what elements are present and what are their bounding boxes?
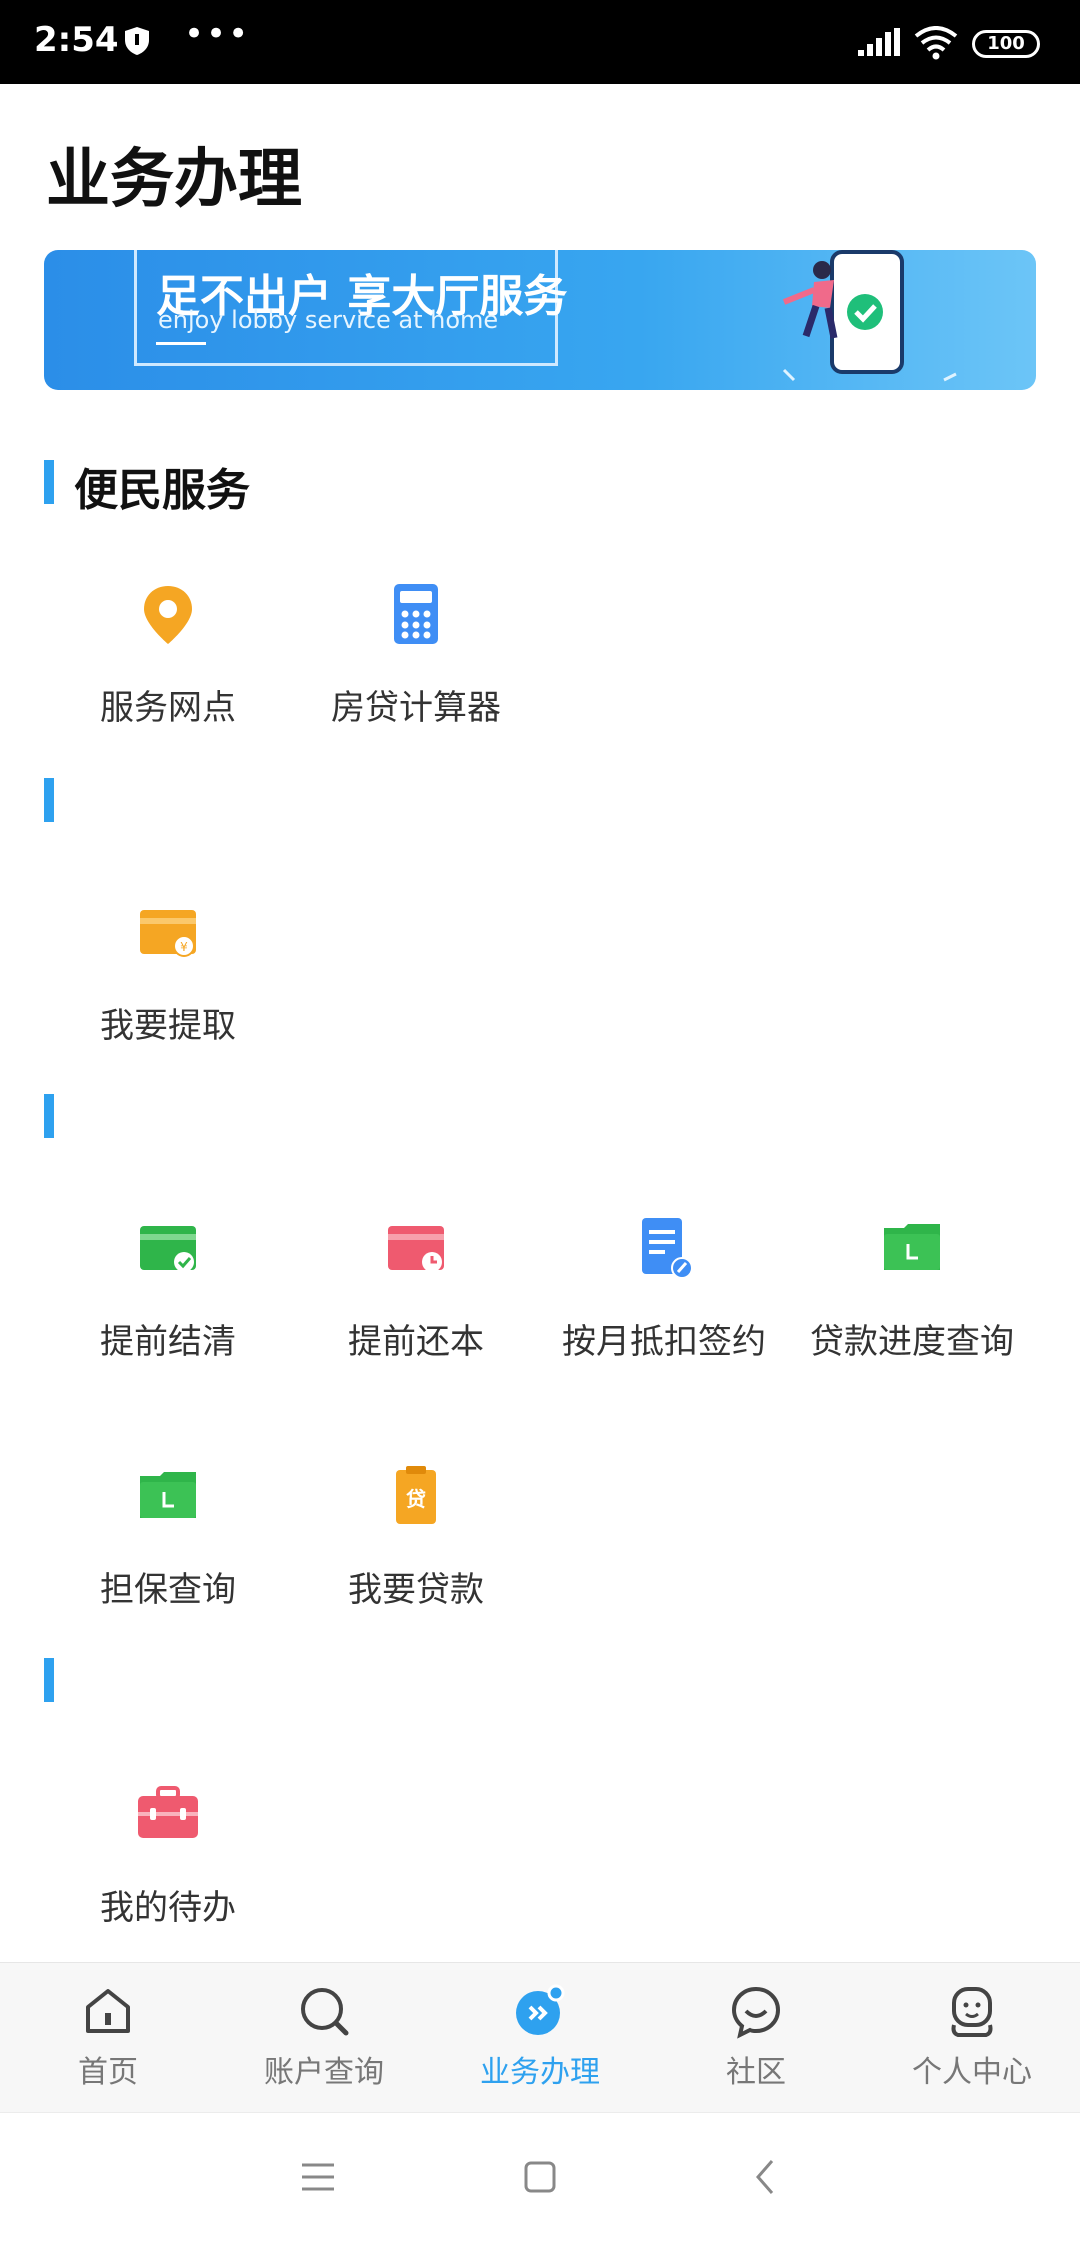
nav-home[interactable]: 首页 (0, 1983, 216, 2091)
folder-progress-icon (880, 1216, 944, 1280)
battery-indicator: 100 (972, 30, 1040, 58)
card-clock-icon (384, 1216, 448, 1280)
document-sign-icon (632, 1216, 696, 1280)
svg-text:贷: 贷 (406, 1487, 426, 1511)
early-repayment-button[interactable]: 提前还本 (292, 1216, 540, 1363)
section-marker (44, 1094, 54, 1138)
section-title-convenience: 便民服务 (74, 465, 250, 516)
search-icon (296, 1983, 352, 2039)
bottom-nav: 首页 账户查询 业务办理 社区 个人中心 (0, 1962, 1080, 2112)
withdraw-label: 我要提取 (100, 1006, 236, 1046)
more-notifications-icon: ••• (184, 14, 251, 54)
status-time: 2:54 (34, 20, 119, 60)
section-marker (44, 1658, 54, 1702)
card-check-icon (136, 1216, 200, 1280)
nav-business[interactable]: 业务办理 (432, 1983, 648, 2091)
nav-profile-label: 个人中心 (912, 2055, 1032, 2090)
folder-guarantee-icon (136, 1464, 200, 1528)
nav-business-label: 业务办理 (480, 2055, 600, 2090)
business-icon (512, 1983, 568, 2039)
loan-progress-button[interactable]: 贷款进度查询 (788, 1216, 1036, 1363)
status-bar: 2:54 ••• 100 (0, 0, 1080, 84)
section-marker (44, 778, 54, 822)
mortgage-calculator-label: 房贷计算器 (331, 688, 501, 728)
early-repayment-label: 提前还本 (348, 1322, 484, 1362)
nav-profile[interactable]: 个人中心 (864, 1983, 1080, 2091)
early-settlement-button[interactable]: 提前结清 (44, 1216, 292, 1363)
service-outlets-button[interactable]: 服务网点 (44, 582, 292, 729)
my-todo-label: 我的待办 (100, 1888, 236, 1928)
section-marker (44, 460, 54, 504)
banner-subtitle: enjoy lobby service at home (158, 306, 499, 334)
home-icon (80, 1983, 136, 2039)
guarantee-query-label: 担保查询 (100, 1570, 236, 1610)
calculator-icon (384, 582, 448, 646)
nav-account-query-label: 账户查询 (264, 2055, 384, 2090)
promo-banner[interactable]: 足不出户 享大厅服务 enjoy lobby service at home (44, 250, 1036, 390)
nav-account-query[interactable]: 账户查询 (216, 1983, 432, 2091)
wifi-icon (914, 26, 958, 64)
user-icon (944, 1983, 1000, 2039)
nav-home-label: 首页 (78, 2055, 138, 2090)
loan-clipboard-icon: 贷 (384, 1464, 448, 1528)
mortgage-calculator-button[interactable]: 房贷计算器 (292, 582, 540, 729)
apply-loan-label: 我要贷款 (348, 1570, 484, 1610)
early-settlement-label: 提前结清 (100, 1322, 236, 1362)
signal-icon (858, 28, 902, 62)
banner-divider (156, 342, 206, 345)
shield-icon (124, 26, 150, 60)
loan-progress-label: 贷款进度查询 (810, 1322, 1014, 1362)
nav-community-label: 社区 (726, 2055, 786, 2090)
page-title: 业务办理 (46, 143, 302, 217)
menu-icon[interactable] (298, 2157, 338, 2201)
home-button-icon[interactable] (520, 2157, 560, 2201)
my-todo-button[interactable]: 我的待办 (44, 1782, 292, 1929)
apply-loan-button[interactable]: 贷 我要贷款 (292, 1464, 540, 1611)
service-outlets-label: 服务网点 (100, 688, 236, 728)
monthly-deduction-button[interactable]: 按月抵扣签约 (540, 1216, 788, 1363)
system-nav-bar (0, 2112, 1080, 2244)
nav-community[interactable]: 社区 (648, 1983, 864, 2091)
monthly-deduction-label: 按月抵扣签约 (562, 1322, 766, 1362)
toolbox-icon (136, 1782, 200, 1846)
phone-illustration-icon (724, 250, 984, 390)
location-pin-icon (136, 582, 200, 646)
svg-text:¥: ¥ (180, 940, 188, 954)
withdraw-button[interactable]: ¥ 我要提取 (44, 900, 292, 1047)
chat-icon (728, 1983, 784, 2039)
back-icon[interactable] (746, 2157, 786, 2201)
withdraw-card-icon: ¥ (136, 900, 200, 964)
guarantee-query-button[interactable]: 担保查询 (44, 1464, 292, 1611)
